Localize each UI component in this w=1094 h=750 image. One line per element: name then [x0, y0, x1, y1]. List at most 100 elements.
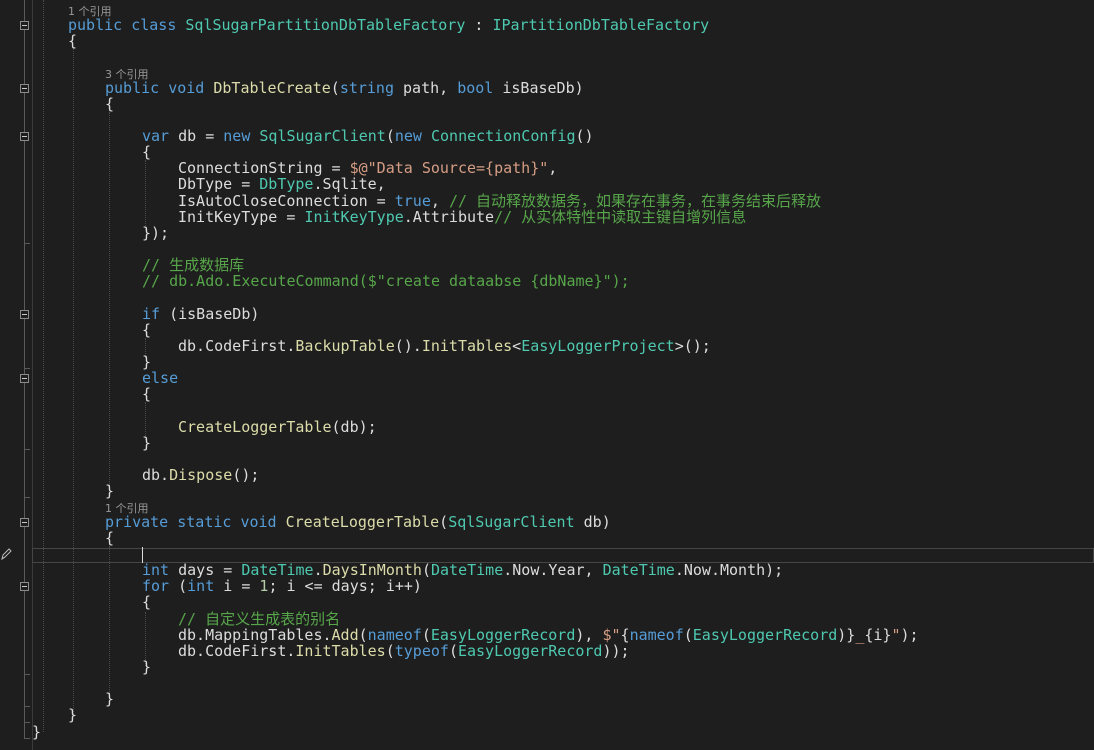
- code-text: DbType =: [178, 175, 260, 193]
- collapse-icon[interactable]: [20, 310, 29, 319]
- code-text: )}: [837, 626, 856, 644]
- code-text: >();: [674, 337, 711, 355]
- code-line[interactable]: db.CodeFirst.BackupTable().InitTables<Ea…: [178, 338, 711, 355]
- collapse-icon[interactable]: [20, 374, 29, 383]
- code-line[interactable]: {: [142, 322, 151, 339]
- code-text: {: [142, 143, 152, 161]
- keyword: nameof: [629, 626, 684, 644]
- code-text: InitKeyType =: [178, 208, 305, 226]
- code-line[interactable]: // db.Ado.ExecuteCommand($"create dataab…: [142, 273, 630, 290]
- code-text: isBaseDb): [493, 79, 584, 97]
- code-editor[interactable]: 1 个引用 3 个引用 1 个引用 public class SqlSugarP…: [0, 0, 1094, 750]
- code-line[interactable]: var db = new SqlSugarClient(new Connecti…: [142, 128, 594, 145]
- code-text: ));: [602, 642, 630, 660]
- code-line[interactable]: CreateLoggerTable(db);: [178, 419, 377, 436]
- code-line[interactable]: }: [32, 724, 41, 741]
- code-text: );: [900, 626, 919, 644]
- code-text: });: [142, 224, 170, 242]
- method-name: DbTableCreate: [213, 79, 331, 97]
- method-name: Dispose: [169, 466, 233, 484]
- method-name: CreateLoggerTable: [285, 513, 440, 531]
- code-line[interactable]: }: [68, 707, 77, 724]
- keyword: bool: [457, 79, 494, 97]
- code-text: ,: [548, 159, 558, 177]
- code-line[interactable]: {: [142, 144, 151, 161]
- code-line[interactable]: });: [142, 225, 169, 242]
- fold-line: [24, 0, 25, 21]
- code-text: db.: [142, 466, 170, 484]
- keyword: private: [105, 513, 169, 531]
- type-name: DateTime: [602, 561, 675, 579]
- fold-line: [24, 591, 25, 738]
- code-line[interactable]: InitKeyType = InitKeyType.Attribute// 从实…: [178, 209, 746, 226]
- code-text: .Now.Year,: [503, 561, 603, 579]
- code-text: }: [142, 434, 152, 452]
- code-text: (db);: [331, 418, 377, 436]
- code-text: :: [465, 16, 493, 34]
- keyword: string: [339, 79, 394, 97]
- indent-guide: [43, 0, 44, 732]
- code-line[interactable]: db.CodeFirst.InitTables(typeof(EasyLogge…: [178, 643, 630, 660]
- code-line[interactable]: private static void CreateLoggerTable(Sq…: [105, 514, 611, 531]
- code-line[interactable]: }: [142, 435, 151, 452]
- type-name: SqlSugarClient: [448, 513, 575, 531]
- fold-end: [24, 449, 30, 450]
- type-name: ConnectionConfig: [431, 127, 576, 145]
- type-name: DbType: [259, 175, 314, 193]
- comment: // 从实体特性中读取主键自增列信息: [494, 208, 747, 226]
- fold-end: [24, 243, 30, 244]
- type-name: InitKeyType: [304, 208, 404, 226]
- collapse-icon[interactable]: [20, 21, 29, 30]
- fold-end: [24, 722, 30, 723]
- fold-line: [24, 319, 25, 374]
- code-line[interactable]: {: [105, 96, 114, 113]
- indent-guide: [145, 160, 146, 230]
- collapse-icon[interactable]: [20, 132, 29, 141]
- code-text: ().: [394, 337, 422, 355]
- pencil-icon: [1, 548, 12, 561]
- method-name: InitTables: [421, 337, 513, 355]
- collapse-icon[interactable]: [20, 518, 29, 527]
- code-text: {: [68, 32, 78, 50]
- code-line[interactable]: }: [142, 659, 151, 676]
- collapse-icon[interactable]: [20, 582, 29, 591]
- code-line[interactable]: {: [142, 386, 151, 403]
- code-text: db =: [169, 127, 224, 145]
- code-text: (: [448, 642, 458, 660]
- code-line[interactable]: {: [142, 594, 151, 611]
- indent-guide: [109, 546, 110, 696]
- code-line[interactable]: public void DbTableCreate(string path, b…: [105, 80, 584, 97]
- code-line[interactable]: public class SqlSugarPartitionDbTableFac…: [68, 17, 709, 34]
- code-text: (: [421, 561, 431, 579]
- fold-line: [24, 141, 25, 310]
- keyword: void: [240, 513, 277, 531]
- code-text: .Now.Month);: [674, 561, 784, 579]
- method-name: CreateLoggerTable: [178, 418, 332, 436]
- code-text: {i}: [864, 626, 892, 644]
- code-text: <: [512, 337, 522, 355]
- editor-margin-border: [32, 0, 33, 750]
- type-name: EasyLoggerProject: [521, 337, 675, 355]
- comment: // db.Ado.ExecuteCommand($"create dataab…: [142, 272, 630, 290]
- fold-end: [24, 674, 30, 675]
- code-line[interactable]: for (int i = 1; i <= days; i++): [142, 578, 422, 595]
- collapse-icon[interactable]: [20, 84, 29, 93]
- keyword: class: [131, 16, 177, 34]
- fold-end: [24, 706, 30, 707]
- code-line[interactable]: }: [105, 691, 114, 708]
- code-line[interactable]: }: [105, 483, 114, 500]
- code-line[interactable]: db.Dispose();: [142, 467, 259, 484]
- code-line[interactable]: {: [105, 530, 114, 547]
- type-name: IPartitionDbTableFactory: [492, 16, 710, 34]
- keyword: new: [223, 127, 251, 145]
- fold-line: [24, 30, 25, 84]
- code-line[interactable]: DbType = DbType.Sqlite,: [178, 176, 386, 193]
- code-text: (: [439, 513, 449, 531]
- keyword: int: [187, 577, 215, 595]
- keyword: static: [177, 513, 232, 531]
- code-text: {: [142, 385, 152, 403]
- code-line[interactable]: if (isBaseDb): [142, 306, 259, 323]
- code-line[interactable]: {: [68, 33, 77, 50]
- method-name: BackupTable: [295, 337, 395, 355]
- fold-end: [24, 497, 30, 498]
